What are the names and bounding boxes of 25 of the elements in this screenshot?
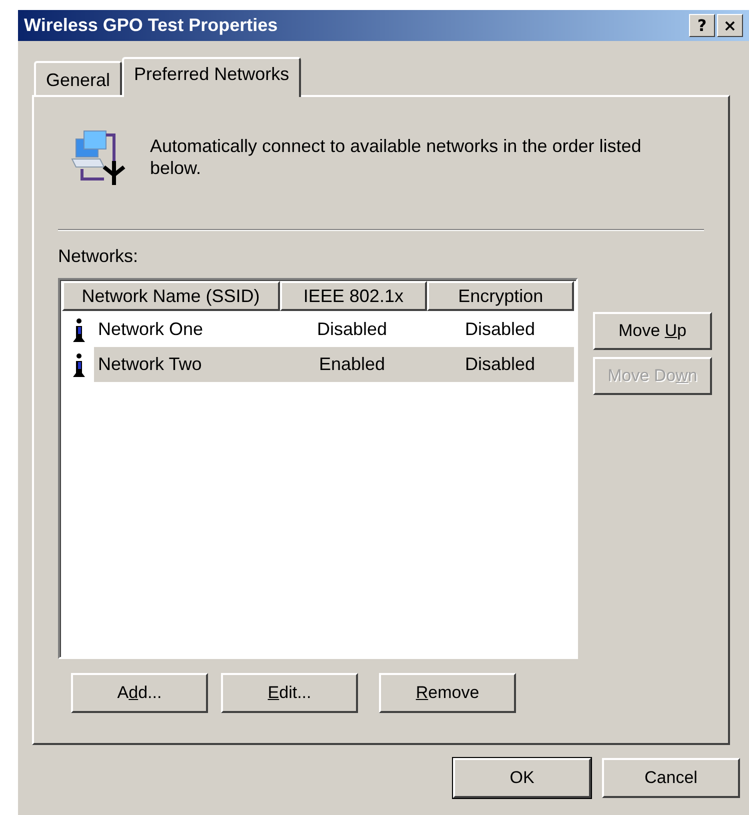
user-icon <box>72 352 86 376</box>
list-action-button[interactable]: Edit... <box>221 673 358 713</box>
help-button[interactable]: ? <box>689 14 715 37</box>
close-button[interactable]: × <box>717 14 743 37</box>
table-cell-text: Disabled <box>464 318 536 341</box>
table-cell: Network Two <box>94 347 278 382</box>
table-cell-text: Disabled <box>316 318 388 341</box>
cancel-button[interactable]: Cancel <box>602 758 740 798</box>
window-title: Wireless GPO Test Properties <box>24 14 279 37</box>
list-action-button[interactable]: Add... <box>71 673 208 713</box>
list-action-button[interactable]: Remove <box>379 673 516 713</box>
table-cell-text: Network One <box>97 318 204 341</box>
networks-list[interactable]: Network Name (SSID) IEEE 802.1x Encryption Network One Disabled Disabled Network Two Enabled Disabled <box>58 278 578 659</box>
ok-button[interactable]: OK <box>453 758 591 798</box>
table-cell: Enabled <box>278 347 426 382</box>
table-cell: Disabled <box>426 347 574 382</box>
column-header[interactable]: Network Name (SSID) <box>62 281 280 311</box>
networks-label: Networks: <box>58 245 140 268</box>
user-icon <box>72 318 86 342</box>
column-header[interactable]: IEEE 802.1x <box>280 281 428 311</box>
description-text: Automatically connect to available networks in the order listed below. <box>150 135 642 179</box>
move-button[interactable]: Move Up <box>593 312 712 350</box>
tab[interactable]: Preferred Networks <box>122 57 302 97</box>
tab[interactable]: General <box>34 61 122 95</box>
column-header[interactable]: Encryption <box>427 281 574 311</box>
